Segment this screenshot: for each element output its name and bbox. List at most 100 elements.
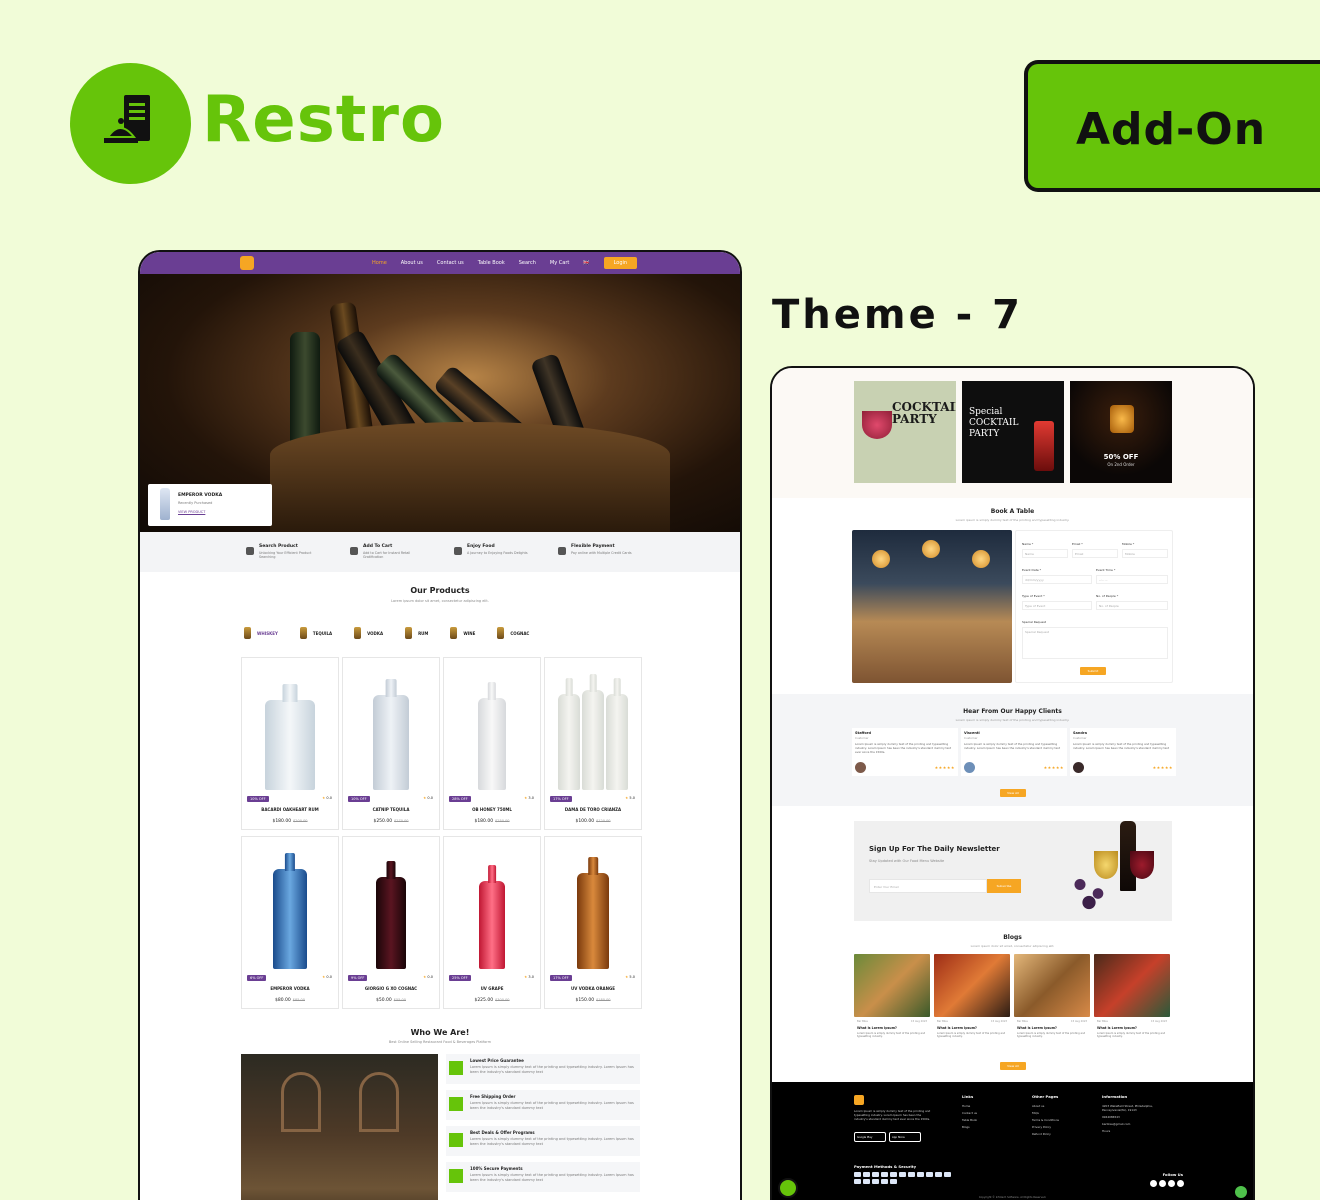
whatsapp-icon[interactable] (1235, 1186, 1247, 1198)
event-date-input[interactable]: dd/mm/yyyy (1022, 575, 1092, 584)
tab-tequila[interactable]: TEQUILA (299, 627, 332, 639)
footer-link[interactable]: About us (1032, 1104, 1059, 1108)
social-icons (1150, 1180, 1184, 1187)
special-request-textarea[interactable]: Special Request (1022, 627, 1168, 659)
field-label: Event Date * (1022, 568, 1042, 572)
discount-badge: 10% OFF (348, 796, 370, 802)
submit-button[interactable]: Submit (1080, 667, 1106, 675)
product-card[interactable]: 17% OFF ★ 5.0 DAMA DE TORO CRIANZA $100.… (544, 657, 642, 830)
bottle-icon (450, 627, 458, 639)
google-play-button[interactable]: Google Play (854, 1132, 886, 1142)
view-all-testimonials-button[interactable]: View All (1000, 789, 1026, 797)
discount-badge: 6% OFF (247, 975, 267, 981)
tab-whiskey[interactable]: WHISKEY (244, 627, 278, 639)
blog-card[interactable]: Bar Bliss 15 Aug 2023 What is Lorem Ipsu… (854, 954, 930, 1048)
mobile-input[interactable]: Mobile (1122, 549, 1168, 558)
blog-card[interactable]: Bar Bliss 15 Aug 2023 What is Lorem Ipsu… (934, 954, 1010, 1048)
people-count-input[interactable]: No. of People (1096, 601, 1168, 610)
blog-text: Lorem Ipsum is simply dummy text of the … (1097, 1032, 1166, 1039)
footer-address: 4203 Wakefield Street, Philadelphia, Pen… (1102, 1104, 1153, 1112)
tab-cognac[interactable]: COGNAC (497, 627, 529, 639)
tab-rum[interactable]: RUM (405, 627, 428, 639)
client-text: Lorem Ipsum is simply dummy text of the … (1073, 742, 1170, 750)
blog-image (1014, 954, 1090, 1017)
footer-link[interactable]: Home (962, 1104, 977, 1108)
youtube-icon[interactable] (1168, 1180, 1175, 1187)
product-rating: ★ 0.0 (423, 796, 433, 800)
blog-card[interactable]: Bar Bliss 15 Aug 2023 What is Lorem Ipsu… (1094, 954, 1170, 1048)
promo-banner-cocktail[interactable]: COCKTAIL PARTY (854, 381, 956, 483)
product-name: DAMA DE TORO CRIANZA (564, 807, 622, 812)
language-flag-icon[interactable]: 🇬🇧 (583, 260, 589, 266)
field-label: No. of People * (1096, 594, 1119, 598)
blog-card[interactable]: Bar Bliss 15 Aug 2023 What is Lorem Ipsu… (1014, 954, 1090, 1048)
perk-title: Free Shipping Order (470, 1094, 516, 1099)
nav-about[interactable]: About us (401, 260, 423, 266)
recent-purchase-card[interactable]: EMPEROR VODKA Recently Purchased VIEW PR… (148, 484, 272, 526)
bottle-icon (354, 627, 362, 639)
footer-link[interactable]: FAQs (1032, 1111, 1059, 1115)
facebook-icon[interactable] (1150, 1180, 1157, 1187)
footer-link[interactable]: Table Book (962, 1118, 977, 1122)
perk-desc: Lorem Ipsum is simply dummy text of the … (470, 1065, 634, 1074)
product-price: $180.00 $200.00 (272, 819, 308, 824)
footer-link[interactable]: Terms & Conditions (1032, 1118, 1059, 1122)
blog-image (1094, 954, 1170, 1017)
product-card[interactable]: 28% OFF ★ 3.0 OB HONEY 750ML $180.00 $250… (443, 657, 541, 830)
payment-card-icon (890, 1172, 897, 1177)
view-all-blogs-button[interactable]: View All (1000, 1062, 1026, 1070)
login-button[interactable]: Login (603, 257, 638, 269)
product-card[interactable]: 25% OFF ★ 3.0 UV GRAPE $225.00 $300.00 (443, 836, 541, 1009)
nav-contact[interactable]: Contact us (437, 260, 464, 266)
event-time-input[interactable]: --:-- -- (1096, 575, 1168, 584)
twitter-icon[interactable] (1177, 1180, 1184, 1187)
footer-link[interactable]: Blogs (962, 1125, 977, 1129)
footer-link[interactable]: Refund Policy (1032, 1132, 1059, 1136)
footer-link[interactable]: Privacy Policy (1032, 1125, 1059, 1129)
email-input[interactable]: Email (1072, 549, 1118, 558)
tab-vodka[interactable]: VODKA (354, 627, 383, 639)
nav-cart[interactable]: My Cart (550, 260, 569, 266)
product-card[interactable]: 17% OFF ★ 5.0 UV VODKA ORANGE $150.00 $18… (544, 836, 642, 1009)
name-input[interactable]: Name (1022, 549, 1068, 558)
feature-title: Search Product (259, 544, 298, 549)
banner-title: COCKTAIL PARTY (892, 400, 956, 426)
nav-home[interactable]: Home (372, 260, 387, 266)
view-product-link[interactable]: VIEW PRODUCT (178, 510, 205, 514)
footer-phone[interactable]: 9944086543 (1102, 1115, 1172, 1119)
feature-desc: Pay online with Multiple Credit Cards (571, 551, 632, 555)
nav-search[interactable]: Search (519, 260, 536, 266)
subscribe-button[interactable]: Subscribe (987, 879, 1021, 893)
product-price: $100.00 $120.00 (575, 819, 611, 824)
copyright-text: Copyright © Infotech Software. All Right… (978, 1196, 1047, 1199)
feature-title: Enjoy Food (467, 544, 495, 549)
product-card[interactable]: 10% OFF ★ 0.0 BACARDI OAKHEART RUM $180.… (241, 657, 339, 830)
footer-link[interactable]: Contact us (962, 1111, 977, 1115)
footer-email[interactable]: barbliss@gmail.com (1102, 1122, 1172, 1126)
nav-table-book[interactable]: Table Book (478, 260, 505, 266)
discount-badge: 10% OFF (247, 796, 269, 802)
book-table-title: Book A Table (990, 508, 1035, 515)
product-name: EMPEROR VODKA (270, 986, 310, 991)
rating-stars: ★★★★★ (1152, 765, 1173, 770)
product-card[interactable]: 9% OFF ★ 0.0 GIORGIO G XO COGNAC $50.00 $… (342, 836, 440, 1009)
newsletter-email-input[interactable]: Enter Your Email (869, 879, 987, 893)
footer-column-title: Information (1102, 1094, 1128, 1099)
product-card[interactable]: 10% OFF ★ 0.0 CATNIP TEQUILA $250.00 $270… (342, 657, 440, 830)
product-card[interactable]: 6% OFF ★ 0.0 EMPEROR VODKA $80.00 $85.00 (241, 836, 339, 1009)
feature-item: Flexible Payment Pay online with Multiple… (558, 544, 634, 572)
instagram-icon[interactable] (1159, 1180, 1166, 1187)
tab-wine[interactable]: WINE (450, 627, 475, 639)
blog-date: 15 Aug 2023 (910, 1020, 927, 1023)
payment-card-icon (935, 1172, 942, 1177)
product-price: $225.00 $300.00 (474, 998, 510, 1003)
app-store-button[interactable]: App Store (889, 1132, 921, 1142)
event-type-input[interactable]: Type of Event (1022, 601, 1092, 610)
avatar (964, 762, 975, 773)
product-rating: ★ 5.0 (625, 796, 635, 800)
promo-banner-special[interactable]: Special COCKTAIL PARTY (962, 381, 1064, 483)
promo-banner-discount[interactable]: 50% OFF On 2nd Order (1070, 381, 1172, 483)
footer-logo-icon[interactable] (854, 1095, 864, 1105)
field-label: Event Time * (1096, 568, 1116, 572)
site-logo-icon[interactable] (240, 256, 254, 270)
